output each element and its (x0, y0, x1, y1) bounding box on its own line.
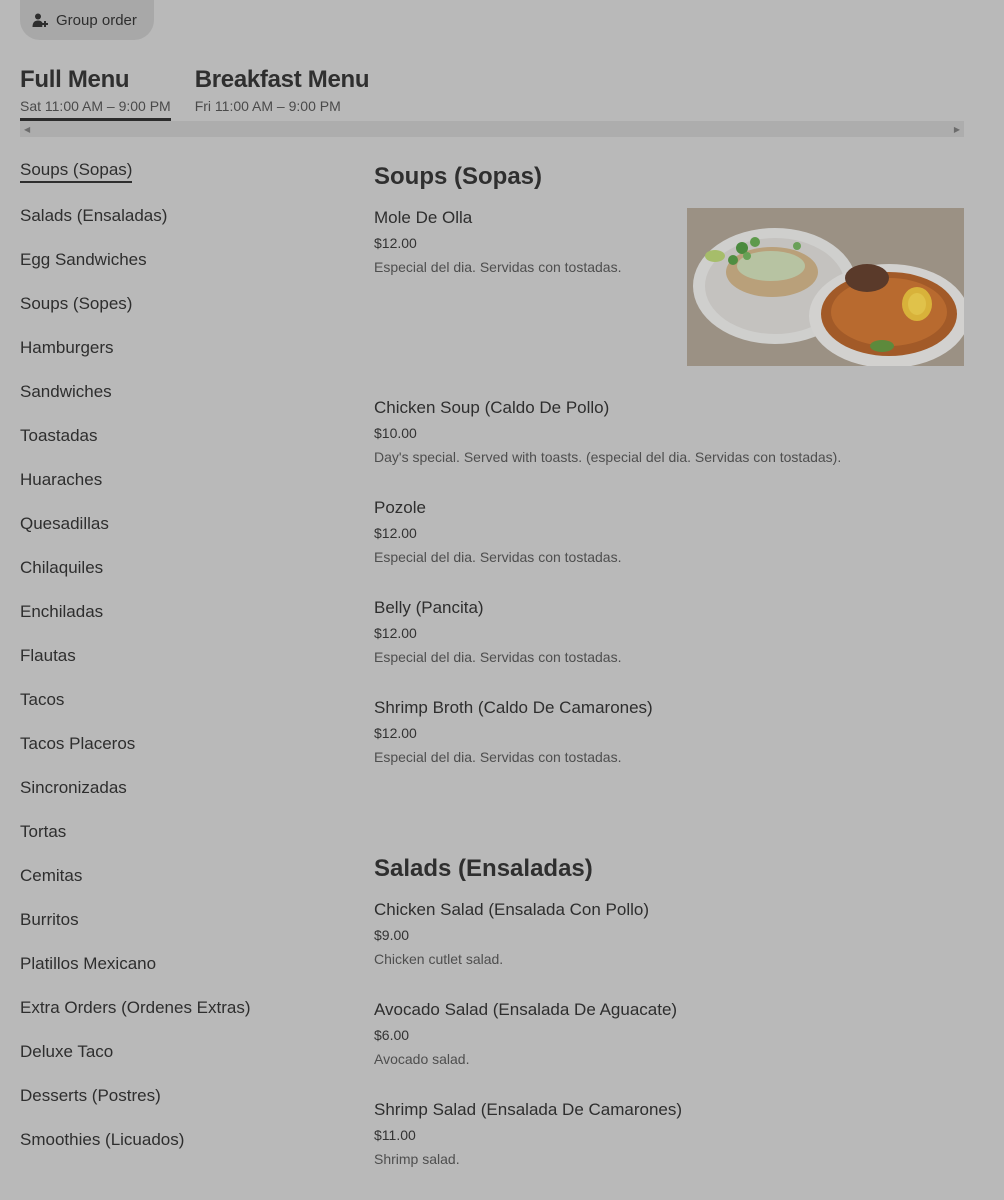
category-label: Cemitas (20, 866, 83, 885)
category-item-platillos-mexicano[interactable]: Platillos Mexicano (20, 952, 340, 996)
tab-hours: Fri 11:00 AM – 9:00 PM (194, 98, 341, 114)
item-desc: Avocado salad. (374, 1051, 470, 1067)
category-label: Toastadas (20, 426, 98, 445)
category-label: Quesadillas (20, 514, 109, 533)
category-label: Chilaquiles (20, 558, 104, 577)
menu-item[interactable]: Belly (Pancita) $12.00 Especial del dia. S… (374, 598, 964, 698)
category-item-burritos[interactable]: Burritos (20, 908, 340, 952)
menu-item[interactable]: Chicken Salad (Ensalada Con Pollo) $9.00 C… (374, 900, 964, 1000)
category-item-sincronizadas[interactable]: Sincronizadas (20, 776, 340, 820)
tab-breakfast-menu[interactable]: Breakfast Menu Fri 11:00 AM – 9:00 PM (195, 64, 370, 122)
category-label: Burritos (20, 910, 79, 929)
item-price: $10.00 (374, 425, 417, 441)
item-name: Chicken Soup (Caldo De Pollo) (374, 398, 610, 417)
category-item-tacos-placeros[interactable]: Tacos Placeros (20, 732, 340, 776)
category-nav: Soups (Sopas) Salads (Ensaladas) Egg Sandw… (20, 158, 340, 1172)
category-item-cemitas[interactable]: Cemitas (20, 864, 340, 908)
item-desc: Especial del dia. Servidas con tostadas. (374, 749, 622, 765)
category-label: Extra Orders (Ordenes Extras) (20, 998, 251, 1017)
category-item-extra-orders-ordenes-extras[interactable]: Extra Orders (Ordenes Extras) (20, 996, 340, 1040)
item-desc: Especial del dia. Servidas con tostadas. (374, 649, 622, 665)
category-item-egg-sandwiches[interactable]: Egg Sandwiches (20, 248, 340, 292)
category-item-soups-sopes[interactable]: Soups (Sopes) (20, 292, 340, 336)
item-price: $12.00 (374, 625, 417, 641)
category-item-enchiladas[interactable]: Enchiladas (20, 600, 340, 644)
item-name: Pozole (374, 498, 426, 517)
scroll-right-icon[interactable]: ▶ (954, 125, 960, 134)
category-label: Flautas (20, 646, 76, 665)
category-item-huaraches[interactable]: Huaraches (20, 468, 340, 512)
category-item-desserts-postres[interactable]: Desserts (Postres) (20, 1084, 340, 1128)
menu-item[interactable]: Shrimp Broth (Caldo De Camarones) $12.00 E… (374, 698, 964, 798)
category-label: Egg Sandwiches (20, 250, 147, 269)
category-label: Tacos (20, 690, 65, 709)
menu-content: Soups (Sopas) Mole De Olla $12.00 Especial … (374, 160, 964, 1200)
item-price: $6.00 (374, 1027, 410, 1043)
category-label: Salads (Ensaladas) (20, 206, 168, 225)
category-label: Tacos Placeros (20, 734, 136, 753)
item-name: Avocado Salad (Ensalada De Aguacate) (374, 1000, 678, 1019)
category-label: Platillos Mexicano (20, 954, 157, 973)
scroll-left-icon[interactable]: ◀ (24, 125, 30, 134)
category-item-tacos[interactable]: Tacos (20, 688, 340, 732)
category-label: Deluxe Taco (20, 1042, 114, 1061)
item-name: Chicken Salad (Ensalada Con Pollo) (374, 900, 649, 919)
category-item-deluxe-taco[interactable]: Deluxe Taco (20, 1040, 340, 1084)
tab-title: Breakfast Menu (194, 66, 370, 93)
add-person-icon (32, 13, 48, 27)
item-price: $12.00 (374, 525, 417, 541)
category-item-quesadillas[interactable]: Quesadillas (20, 512, 340, 556)
category-label: Hamburgers (20, 338, 114, 357)
item-name: Shrimp Salad (Ensalada De Camarones) (374, 1100, 683, 1119)
menu-item[interactable]: Avocado Salad (Ensalada De Aguacate) $6.0… (374, 1000, 964, 1100)
category-item-soups-sopas[interactable]: Soups (Sopas) (20, 158, 340, 204)
item-price: $11.00 (374, 1127, 416, 1143)
section-title: Salads (Ensaladas) (374, 855, 593, 882)
tab-hours: Sat 11:00 AM – 9:00 PM (20, 98, 171, 122)
category-item-hamburgers[interactable]: Hamburgers (20, 336, 340, 380)
category-label: Sincronizadas (20, 778, 127, 797)
group-order-label: Group order (56, 11, 137, 29)
category-item-flautas[interactable]: Flautas (20, 644, 340, 688)
category-label: Enchiladas (20, 602, 104, 621)
category-item-smoothies-licuados[interactable]: Smoothies (Licuados) (20, 1128, 340, 1172)
item-name: Shrimp Broth (Caldo De Camarones) (374, 698, 653, 717)
category-label: Huaraches (20, 470, 103, 489)
category-item-sandwiches[interactable]: Sandwiches (20, 380, 340, 424)
item-desc: Day's special. Served with toasts. (espe… (374, 449, 842, 465)
category-label: Smoothies (Licuados) (20, 1130, 185, 1149)
category-item-toastadas[interactable]: Toastadas (20, 424, 340, 468)
group-order-button[interactable]: Group order (20, 0, 154, 40)
category-label: Desserts (Postres) (20, 1086, 161, 1105)
item-desc: Shrimp salad. (374, 1151, 460, 1167)
category-item-tortas[interactable]: Tortas (20, 820, 340, 864)
menu-tabs-scrollbar[interactable]: ◀ ▶ (20, 121, 964, 137)
category-item-chilaquiles[interactable]: Chilaquiles (20, 556, 340, 600)
menu-tabs: Full Menu Sat 11:00 AM – 9:00 PM Breakfa… (20, 64, 370, 122)
category-label: Tortas (20, 822, 67, 841)
item-price: $9.00 (374, 927, 410, 943)
category-item-salads-ensaladas[interactable]: Salads (Ensaladas) (20, 204, 340, 248)
item-desc: Especial del dia. Servidas con tostadas. (374, 549, 622, 565)
item-price: $12.00 (374, 725, 417, 741)
menu-item[interactable]: Pozole $12.00 Especial del dia. Servidas c… (374, 498, 964, 598)
category-label: Soups (Sopas) (20, 160, 133, 183)
category-label: Soups (Sopes) (20, 294, 133, 313)
tab-title: Full Menu (20, 66, 130, 93)
menu-item[interactable]: Mole De Olla $12.00 Especial del dia. Serv… (374, 208, 964, 398)
item-name: Belly (Pancita) (374, 598, 484, 617)
item-photo (687, 208, 964, 366)
item-desc: Chicken cutlet salad. (374, 951, 504, 967)
menu-item[interactable]: Chicken Soup (Caldo De Pollo) $10.00 Day's… (374, 398, 964, 498)
menu-item[interactable]: Shrimp Salad (Ensalada De Camarones) $11.… (374, 1100, 964, 1200)
tab-full-menu[interactable]: Full Menu Sat 11:00 AM – 9:00 PM (20, 64, 171, 122)
category-label: Sandwiches (20, 382, 112, 401)
section-title: Soups (Sopas) (374, 163, 543, 190)
